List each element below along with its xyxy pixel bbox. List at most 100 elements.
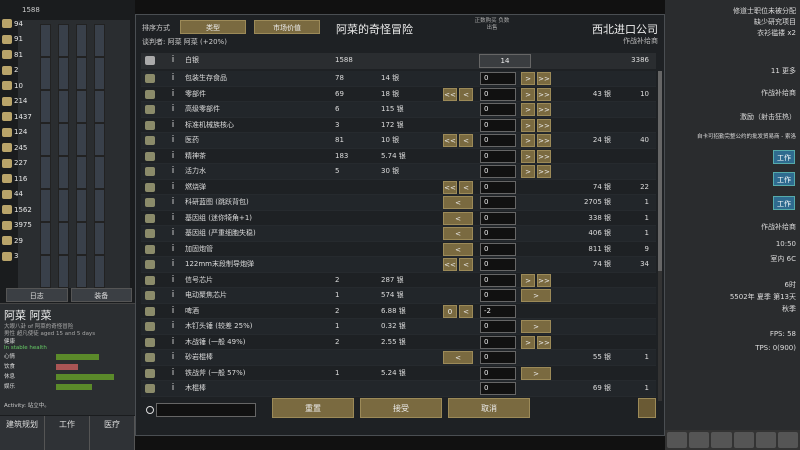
decrease-button[interactable]: < [443,211,473,225]
decrease-button[interactable]: 0 [443,304,457,318]
decrease-button[interactable]: << [443,180,457,194]
info-icon[interactable]: i [170,151,176,162]
increase-button[interactable]: > [521,103,535,116]
increase-button[interactable]: >> [537,149,551,163]
info-icon[interactable]: i [170,55,176,66]
increase-button[interactable]: > [521,366,551,380]
resource-item[interactable]: 1437 [0,109,40,125]
sort-by-value-button[interactable]: 市场价值 [254,20,320,34]
resource-item[interactable]: 214 [0,94,40,110]
alert-text[interactable]: 作战补给商 [761,222,796,232]
decrease-button[interactable]: < [443,351,473,364]
resource-item[interactable]: 124 [0,125,40,141]
alert-text[interactable]: 缺少研究项目 [754,17,796,27]
increase-button[interactable]: > [521,320,551,333]
decrease-button[interactable]: < [443,196,473,209]
info-icon[interactable]: i [170,182,176,193]
resource-item[interactable]: 91 [0,32,40,48]
trade-amount-field[interactable]: 0 [480,149,516,163]
resource-item[interactable]: 81 [0,47,40,63]
info-icon[interactable]: i [170,104,176,115]
increase-button[interactable]: >> [537,335,551,349]
increase-button[interactable]: > [521,72,535,85]
info-icon[interactable]: i [170,73,176,84]
decrease-button[interactable]: < [459,304,473,318]
info-icon[interactable]: i [170,228,176,239]
reset-button[interactable]: 重置 [272,398,354,418]
info-icon[interactable]: i [170,166,176,177]
trade-amount-field[interactable]: 0 [480,382,516,395]
trade-amount-field[interactable]: 0 [480,351,516,364]
increase-button[interactable]: > [521,289,551,302]
play-settings-icon[interactable] [711,432,732,448]
decrease-button[interactable]: < [459,134,473,147]
search-input[interactable] [156,403,256,417]
decrease-button[interactable]: << [443,87,457,101]
info-icon[interactable]: i [170,120,176,131]
trade-amount-field[interactable]: -2 [480,304,516,318]
decrease-button[interactable]: < [459,258,473,271]
info-icon[interactable]: i [170,89,176,100]
info-icon[interactable]: i [170,197,176,208]
alert-text[interactable]: 激励（射击狂热） [740,112,796,122]
play-settings-icon[interactable] [755,432,776,448]
info-icon[interactable]: i [170,259,176,270]
decrease-button[interactable]: < [459,180,473,194]
info-icon[interactable]: i [170,383,176,394]
increase-button[interactable]: >> [537,118,551,132]
info-icon[interactable]: i [170,213,176,224]
alert-text[interactable]: 11 更多 [771,66,796,76]
trade-amount-field[interactable]: 0 [480,211,516,225]
trade-amount-field[interactable]: 0 [480,103,516,116]
decrease-button[interactable]: < [443,227,473,240]
tab-architect[interactable]: 建筑规划 [0,416,45,450]
decrease-button[interactable]: < [459,87,473,101]
increase-button[interactable]: >> [537,165,551,178]
increase-button[interactable]: >> [537,72,551,85]
work-button[interactable]: 工作 [773,172,795,186]
resource-item[interactable]: 44 [0,187,40,203]
resource-item[interactable]: 1562 [0,202,40,218]
increase-button[interactable]: >> [537,273,551,287]
info-icon[interactable]: i [170,368,176,379]
trade-amount-field[interactable]: 0 [480,165,516,178]
trade-amount-field[interactable]: 0 [480,134,516,147]
alert-text[interactable]: 衣衫褴褛 x2 [757,28,796,38]
play-settings-icon[interactable] [777,432,799,448]
list-scrollbar[interactable] [658,71,662,401]
trade-amount-field[interactable]: 0 [480,242,516,256]
resource-item[interactable]: 245 [0,140,40,156]
info-icon[interactable]: i [170,275,176,286]
info-icon[interactable]: i [170,337,176,348]
resource-item[interactable]: 227 [0,156,40,172]
info-icon[interactable]: i [170,290,176,301]
increase-button[interactable]: >> [537,134,551,147]
play-settings-icon[interactable] [689,432,710,448]
tab-log[interactable]: 日志 [6,288,68,302]
info-icon[interactable]: i [170,306,176,317]
trade-amount-field[interactable]: 0 [480,196,516,209]
play-settings-icon[interactable] [667,432,688,448]
increase-button[interactable]: > [521,273,535,287]
tab-gear[interactable]: 装备 [70,288,132,302]
trade-amount-field[interactable]: 0 [480,273,516,287]
alert-text[interactable]: 自卡可招勤完整公约的批发贸易商 - 索洛 [697,132,796,140]
decrease-button[interactable]: << [443,258,457,271]
trade-amount-field[interactable]: 0 [480,320,516,333]
sort-by-type-button[interactable]: 类型 [180,20,246,34]
trade-amount-field[interactable]: 0 [480,72,516,85]
trade-amount-field[interactable]: 0 [480,227,516,240]
trade-amount-field[interactable]: 0 [480,258,516,271]
trade-amount-field[interactable]: 0 [480,87,516,101]
resource-item[interactable]: 3 [0,249,40,265]
accept-button[interactable]: 接受 [360,398,442,418]
trade-amount-field[interactable]: 0 [480,366,516,380]
tab-work[interactable]: 工作 [45,416,90,450]
decrease-button[interactable]: < [443,242,473,256]
cancel-button[interactable]: 取消 [448,398,530,418]
resource-item[interactable]: 116 [0,171,40,187]
increase-button[interactable]: > [521,118,535,132]
resource-item[interactable]: 94 [0,16,40,32]
increase-button[interactable]: > [521,165,535,178]
alert-text[interactable]: 修道士职位未被分配 [733,6,796,16]
